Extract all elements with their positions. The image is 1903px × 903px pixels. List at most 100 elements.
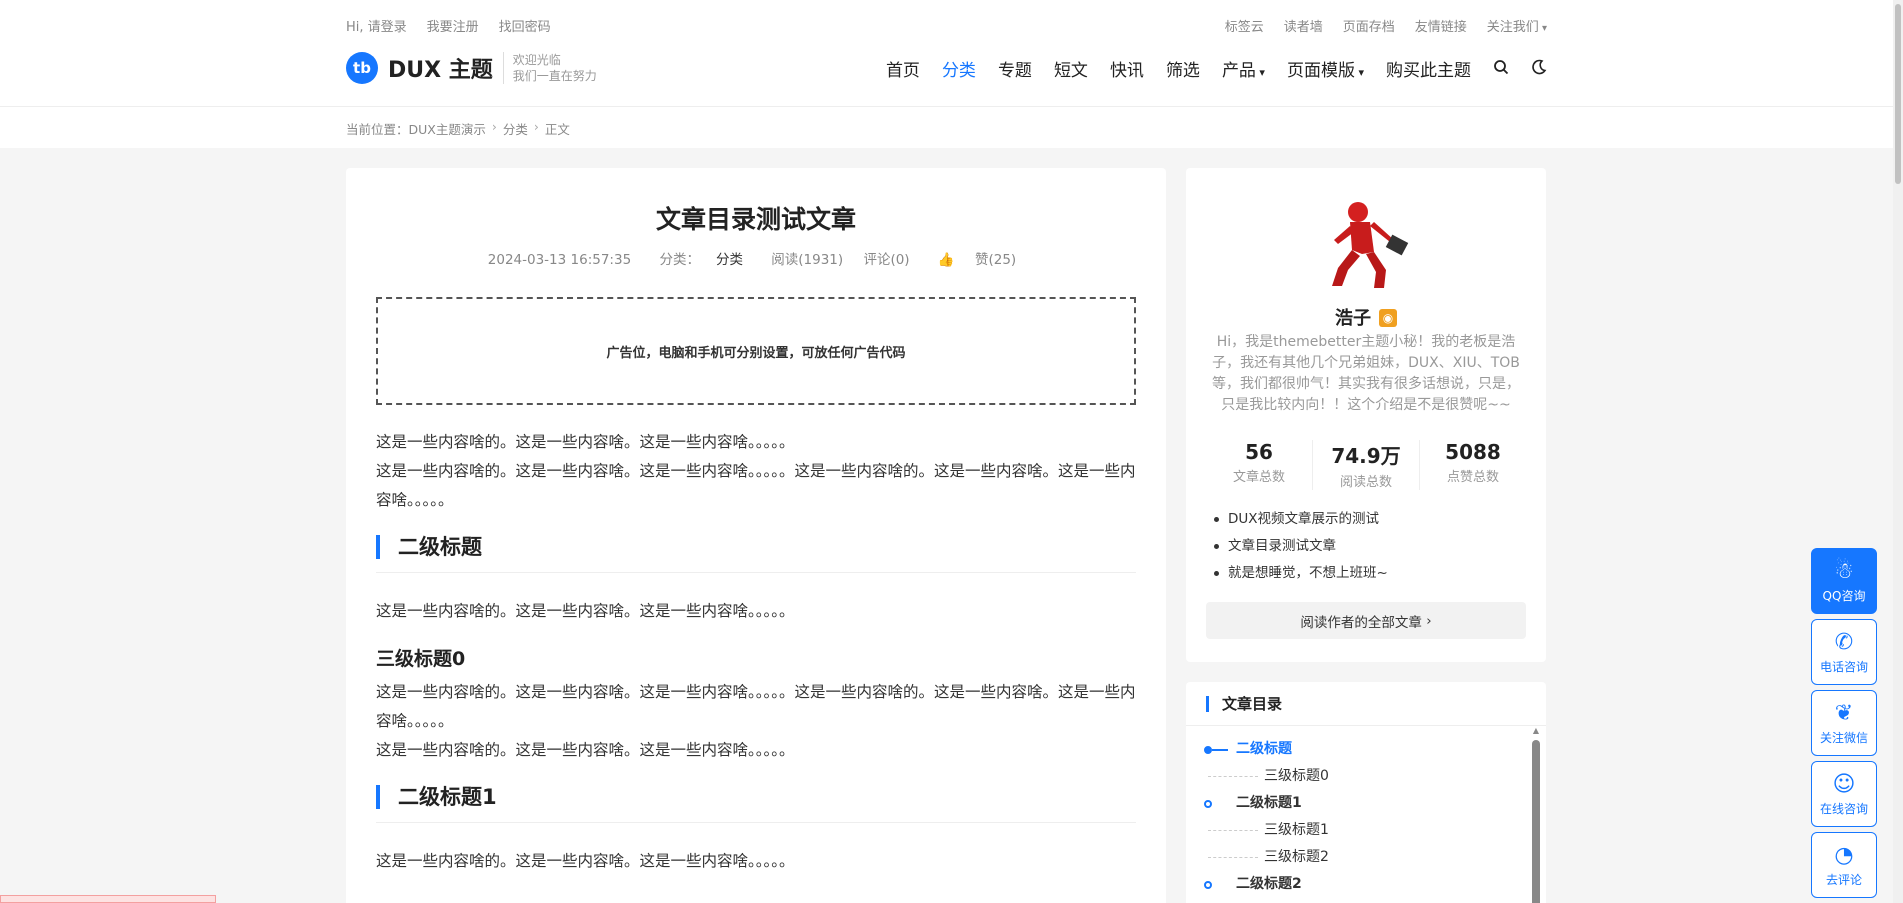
breadcrumb: 当前位置：DUX主题演示 › 分类 › 正文 [346, 119, 570, 138]
corner-strip [0, 895, 216, 903]
logo-slogan: 欢迎光临 我们一直在努力 [502, 52, 597, 84]
breadcrumb-category[interactable]: 分类 [503, 119, 528, 138]
friend-links-link[interactable]: 友情链接 [1415, 16, 1467, 35]
toc-connector [1208, 857, 1258, 858]
author-card: 浩子 ◉ Hi，我是themebetter主题小秘！我的老板是浩子，我还有其他几个… [1186, 168, 1546, 662]
breadcrumb-current: 正文 [544, 122, 570, 137]
paragraph: 这是一些内容啥的。这是一些内容啥。这是一些内容啥。。。。。这是一些内容啥的。这是… [376, 683, 1136, 730]
article-date: 2024-03-13 16:57:35 [487, 252, 632, 268]
slogan-line-2: 我们一直在努力 [512, 69, 597, 83]
breadcrumb-separator-icon: › [533, 119, 539, 134]
avatar[interactable] [1314, 196, 1414, 296]
toc-connector [1208, 776, 1258, 777]
go-comment-button[interactable]: ◔ 去评论 [1811, 832, 1877, 898]
wechat-icon: ❦ [1834, 701, 1854, 726]
toc-scrollbar-thumb[interactable] [1532, 740, 1540, 903]
heading-level-3: 三级标题0 [376, 648, 466, 670]
list-item[interactable]: DUX视频文章展示的测试 [1214, 506, 1388, 533]
article-category-link[interactable]: 分类 [716, 252, 743, 268]
archive-link[interactable]: 页面存档 [1343, 16, 1395, 35]
wechat-follow-button[interactable]: ❦ 关注微信 [1811, 690, 1877, 756]
stat-likes: 5088 点赞总数 [1445, 440, 1501, 485]
thumbs-up-icon: 👍 [937, 252, 955, 268]
article-card: 文章目录测试文章 2024-03-13 16:57:35 分类： 分类 阅读(19… [346, 168, 1166, 903]
toc-item[interactable]: 二级标题2 [1186, 871, 1526, 898]
paragraph: 这是一些内容啥的。这是一些内容啥。这是一些内容啥。。。。。 [376, 602, 795, 620]
headset-icon: ☺ [1832, 772, 1856, 797]
toc-dot-icon [1204, 746, 1228, 754]
page-scrollbar-thumb[interactable] [1895, 4, 1901, 184]
paragraph: 这是一些内容啥的。这是一些内容啥。这是一些内容啥。。。。。这是一些内容啥的。这是… [376, 462, 1136, 509]
search-icon[interactable] [1493, 59, 1509, 79]
phone-icon: ✆ [1834, 630, 1854, 655]
breadcrumb-separator-icon: › [491, 119, 497, 134]
nav-item-news[interactable]: 快讯 [1110, 56, 1144, 81]
slogan-line-1: 欢迎光临 [512, 53, 561, 67]
toc-dot-icon [1204, 881, 1212, 889]
nav-item-buy-theme[interactable]: 购买此主题 [1386, 56, 1471, 81]
paragraph: 这是一些内容啥的。这是一些内容啥。这是一些内容啥。。。。。 [376, 852, 795, 870]
top-links-right: 标签云 读者墙 页面存档 友情链接 关注我们 [1225, 16, 1547, 35]
logo-name: DUX 主题 [388, 58, 493, 83]
list-item[interactable]: 就是想睡觉，不想上班班~ [1214, 560, 1388, 587]
list-item[interactable]: 文章目录测试文章 [1214, 533, 1388, 560]
toc-title: 文章目录 [1186, 682, 1546, 726]
toc-dot-icon [1204, 800, 1212, 808]
toc-item[interactable]: 二级标题 [1186, 736, 1526, 763]
author-recent-posts: DUX视频文章展示的测试 文章目录测试文章 就是想睡觉，不想上班班~ [1214, 506, 1388, 587]
toc-item[interactable]: 三级标题2 [1186, 844, 1526, 871]
site-logo[interactable]: tb DUX 主题 欢迎光临 我们一直在努力 [346, 52, 597, 84]
toc-list: 二级标题 三级标题0 二级标题1 三级标题1 三级标题2 二级标题2 [1186, 736, 1526, 898]
ad-slot[interactable]: 广告位，电脑和手机可分别设置，可放任何广告代码 [376, 297, 1136, 405]
article-views: 阅读(1931) [771, 252, 844, 268]
comment-bubble-icon: ◔ [1834, 843, 1854, 868]
top-links-left: Hi, 请登录 我要注册 找回密码 [346, 16, 551, 35]
login-link[interactable]: Hi, 请登录 [346, 16, 407, 35]
nav-item-topics[interactable]: 专题 [998, 56, 1032, 81]
read-all-articles-button[interactable]: 阅读作者的全部文章 › [1206, 602, 1526, 639]
qq-consult-button[interactable]: ☃ QQ咨询 [1811, 548, 1877, 614]
author-stats: 56 文章总数 74.9万 阅读总数 5088 点赞总数 [1206, 440, 1526, 490]
phone-consult-button[interactable]: ✆ 电话咨询 [1811, 619, 1877, 685]
main-nav: 首页 分类 专题 短文 快讯 筛选 产品 页面模版 购买此主题 [886, 56, 1547, 81]
readers-wall-link[interactable]: 读者墙 [1284, 16, 1323, 35]
breadcrumb-prefix: 当前位置：DUX主题演示 [346, 122, 486, 137]
qq-penguin-icon: ☃ [1834, 559, 1854, 584]
stat-articles: 56 文章总数 [1206, 440, 1313, 490]
heading-level-2: 二级标题 [376, 529, 1136, 573]
article-category: 分类： 分类 [659, 252, 743, 268]
nav-item-short-posts[interactable]: 短文 [1054, 56, 1088, 81]
nav-item-products[interactable]: 产品 [1222, 56, 1265, 81]
like-button[interactable]: 👍 赞(25) [930, 252, 1024, 268]
follow-us-menu[interactable]: 关注我们 [1487, 16, 1547, 35]
register-link[interactable]: 我要注册 [427, 16, 479, 35]
online-consult-button[interactable]: ☺ 在线咨询 [1811, 761, 1877, 827]
breadcrumb-home[interactable]: DUX主题演示 [409, 122, 486, 137]
recover-password-link[interactable]: 找回密码 [499, 16, 551, 35]
dark-mode-moon-icon[interactable] [1531, 59, 1547, 79]
breadcrumb-bar: 当前位置：DUX主题演示 › 分类 › 正文 [0, 106, 1903, 148]
scroll-up-arrow-icon[interactable]: ▲ [1532, 726, 1540, 736]
toc-scrollbar[interactable]: ▲ [1532, 726, 1540, 903]
toc-item[interactable]: 三级标题1 [1186, 817, 1526, 844]
page-scrollbar[interactable] [1893, 0, 1903, 903]
toc-item[interactable]: 二级标题1 [1186, 790, 1526, 817]
article-comments[interactable]: 评论(0) [863, 252, 909, 268]
author-bio: Hi，我是themebetter主题小秘！我的老板是浩子，我还有其他几个兄弟姐妹… [1212, 334, 1520, 413]
nav-item-category[interactable]: 分类 [942, 56, 976, 81]
toc-connector [1208, 830, 1258, 831]
paragraph: 这是一些内容啥的。这是一些内容啥。这是一些内容啥。。。。。 [376, 741, 795, 759]
nav-item-page-templates[interactable]: 页面模版 [1287, 56, 1364, 81]
toc-card: 文章目录 二级标题 三级标题0 二级标题1 三级标题1 三级标题2 二级标题2 … [1186, 682, 1546, 903]
toc-item[interactable]: 三级标题0 [1186, 763, 1526, 790]
stat-views: 74.9万 阅读总数 [1313, 440, 1420, 490]
nav-item-home[interactable]: 首页 [886, 56, 920, 81]
site-header: Hi, 请登录 我要注册 找回密码 标签云 读者墙 页面存档 友情链接 关注我们… [0, 0, 1903, 106]
author-name[interactable]: 浩子 ◉ [1186, 304, 1546, 330]
article-title: 文章目录测试文章 [655, 205, 856, 234]
rss-icon[interactable]: ◉ [1379, 309, 1397, 327]
chevron-right-icon: › [1426, 612, 1432, 629]
floating-contact-bar: ☃ QQ咨询 ✆ 电话咨询 ❦ 关注微信 ☺ 在线咨询 ◔ 去评论 [1811, 548, 1877, 903]
nav-item-filter[interactable]: 筛选 [1166, 56, 1200, 81]
tag-cloud-link[interactable]: 标签云 [1225, 16, 1264, 35]
